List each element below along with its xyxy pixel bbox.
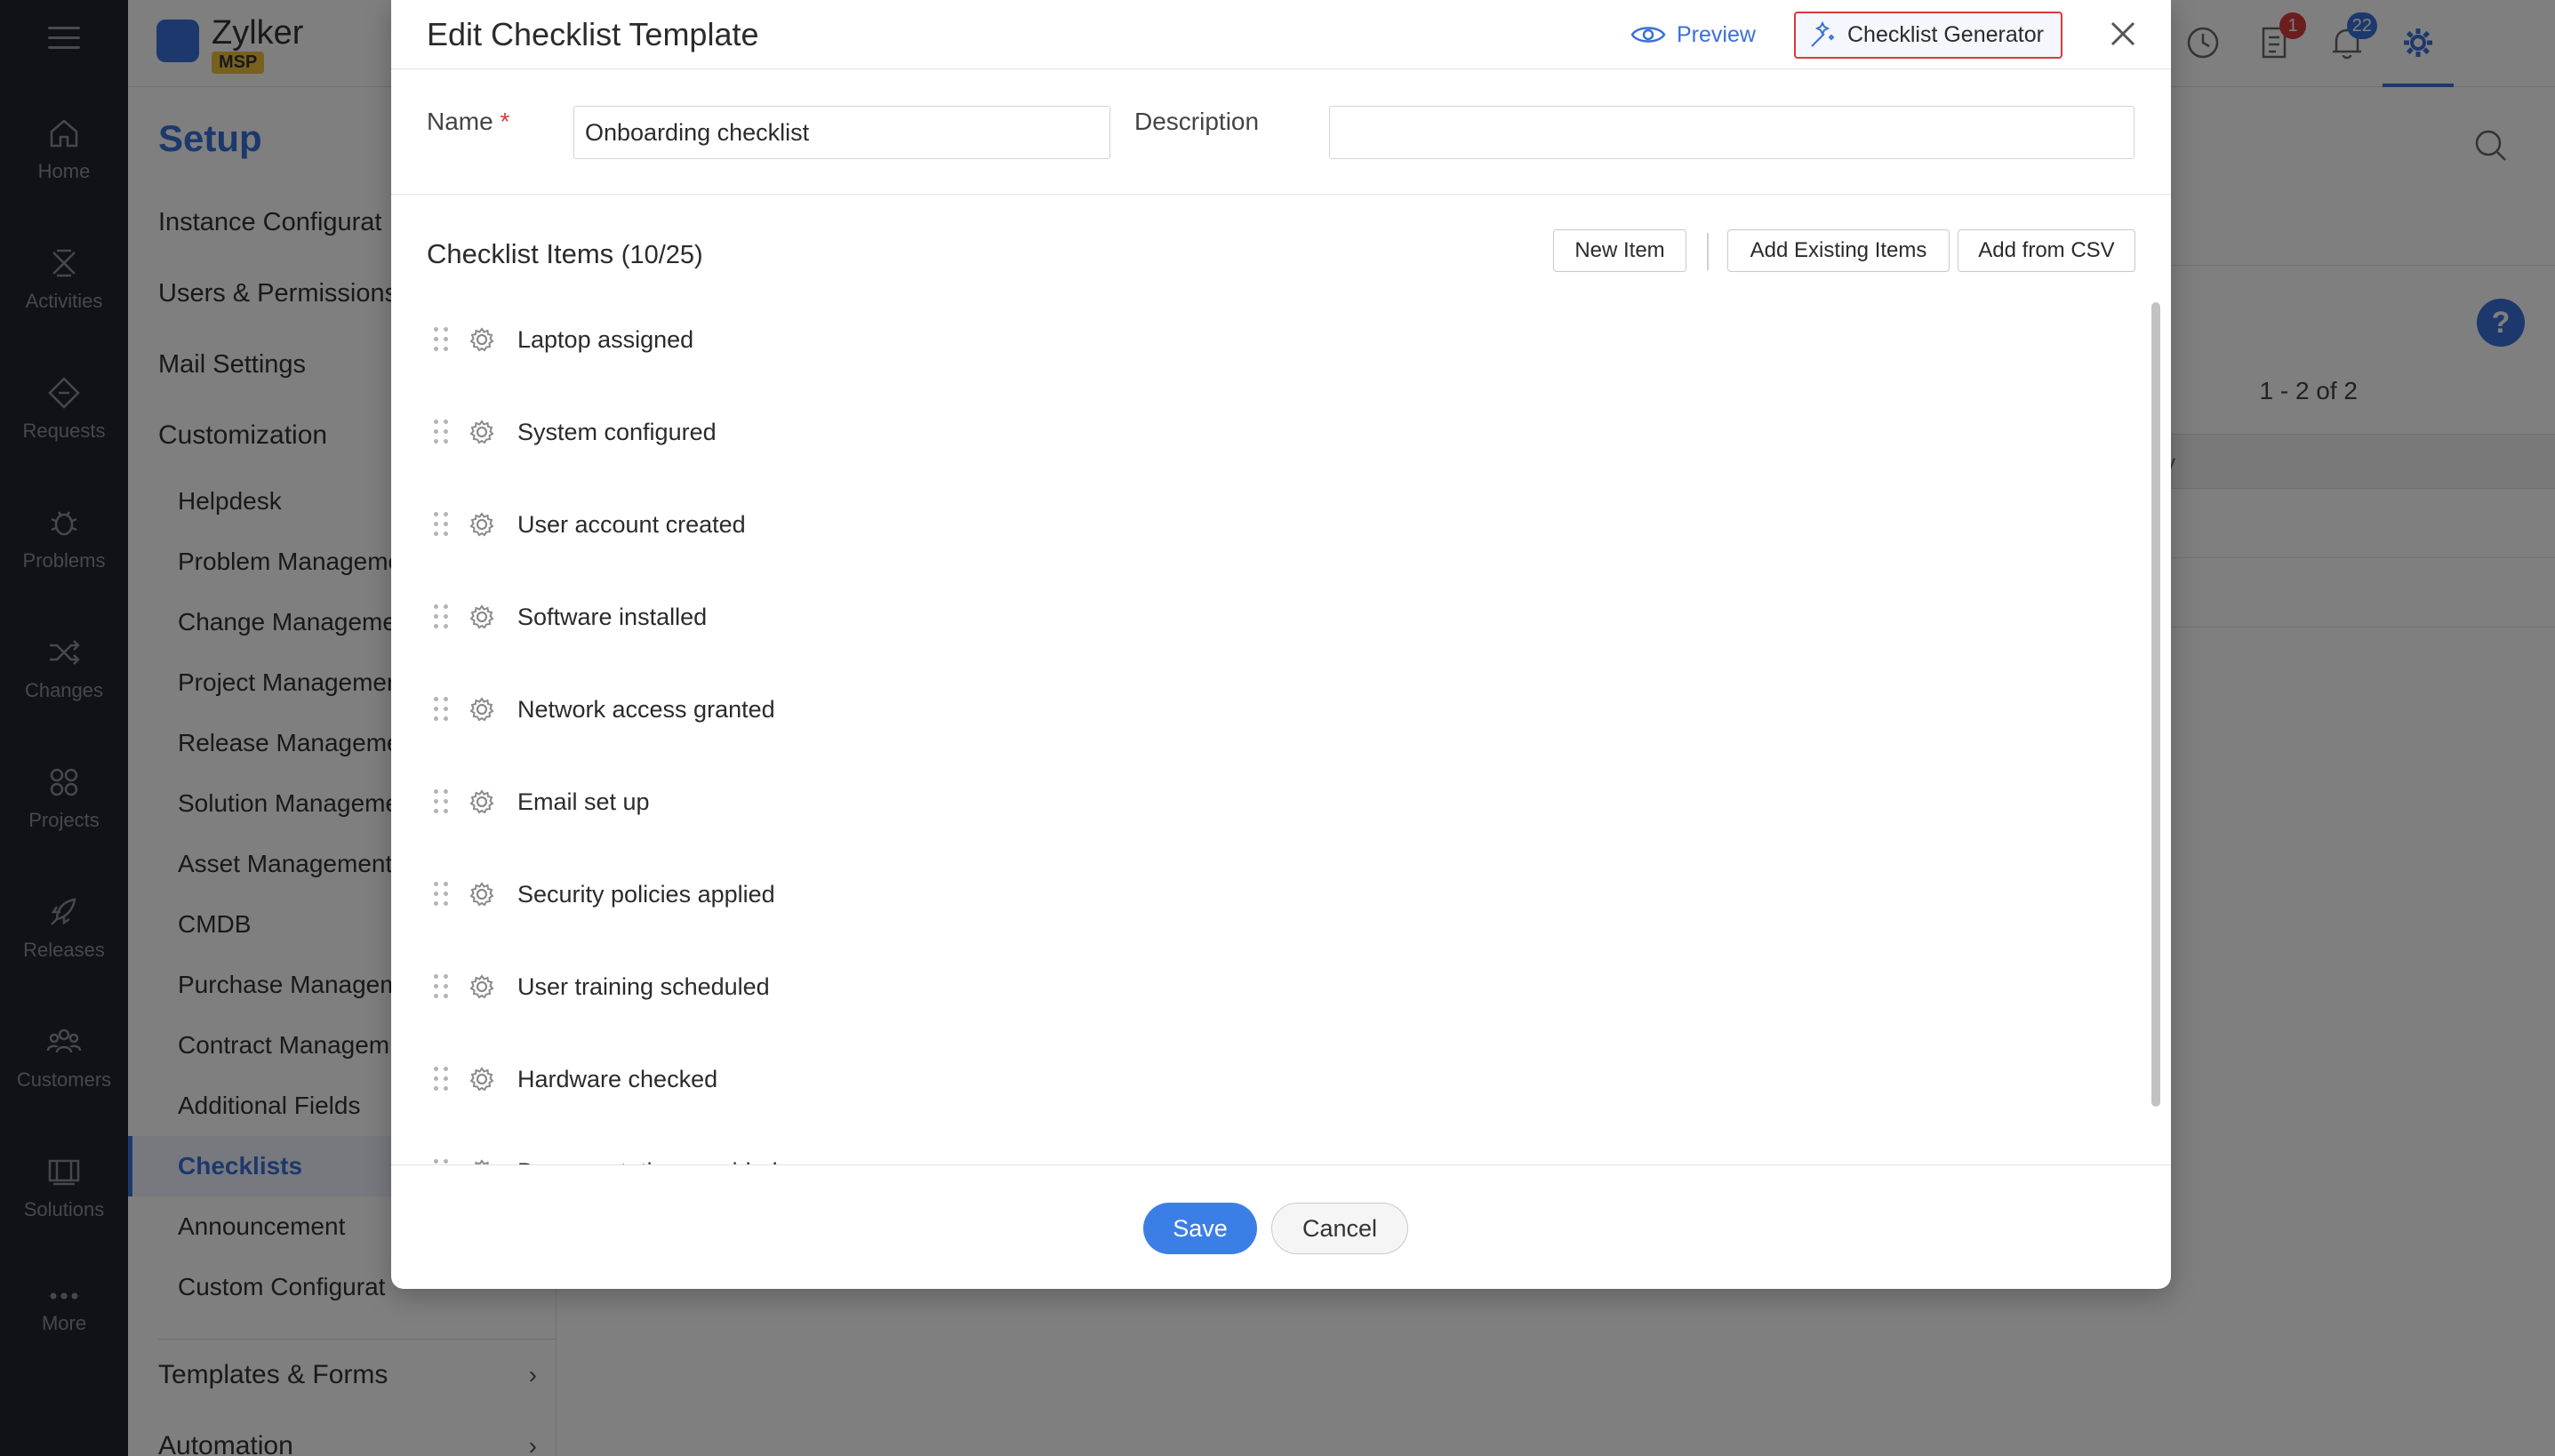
drag-handle-icon[interactable] bbox=[434, 512, 448, 537]
close-icon[interactable] bbox=[2107, 18, 2139, 50]
checklist-item-label: Hardware checked bbox=[517, 1065, 718, 1092]
item-settings-gear-icon[interactable] bbox=[468, 325, 496, 354]
checklist-item-label: Network access granted bbox=[517, 695, 775, 723]
item-settings-gear-icon[interactable] bbox=[468, 1065, 496, 1093]
checklist-generator-label: Checklist Generator bbox=[1847, 22, 2044, 47]
name-input[interactable] bbox=[573, 106, 1110, 159]
new-item-button[interactable]: New Item bbox=[1553, 229, 1686, 272]
checklist-item[interactable]: Email set up bbox=[391, 756, 2134, 848]
drag-handle-icon[interactable] bbox=[434, 327, 448, 352]
drag-handle-icon[interactable] bbox=[434, 604, 448, 629]
edit-checklist-modal: Edit Checklist Template Preview Checklis… bbox=[391, 0, 2171, 1289]
checklist-item[interactable]: User training scheduled bbox=[391, 940, 2134, 1033]
magic-wand-icon bbox=[1811, 20, 1835, 47]
checklist-item[interactable]: Hardware checked bbox=[391, 1033, 2134, 1125]
drag-handle-icon[interactable] bbox=[434, 882, 448, 907]
item-settings-gear-icon[interactable] bbox=[468, 418, 496, 446]
item-settings-gear-icon[interactable] bbox=[468, 788, 496, 816]
checklist-item[interactable]: Documentation provided bbox=[391, 1125, 2134, 1164]
checklist-generator-button[interactable]: Checklist Generator bbox=[1794, 12, 2062, 59]
item-settings-gear-icon[interactable] bbox=[468, 1157, 496, 1164]
drag-handle-icon[interactable] bbox=[434, 974, 448, 999]
drag-handle-icon[interactable] bbox=[434, 420, 448, 444]
checklist-item-label: Security policies applied bbox=[517, 880, 775, 908]
description-label: Description bbox=[1134, 108, 1260, 135]
checklist-item[interactable]: System configured bbox=[391, 386, 2134, 478]
item-settings-gear-icon[interactable] bbox=[468, 880, 496, 908]
name-label: Name * bbox=[427, 108, 510, 135]
checklist-items-title: Checklist Items bbox=[427, 238, 614, 269]
divider bbox=[1707, 233, 1709, 270]
checklist-item[interactable]: User account created bbox=[391, 478, 2134, 571]
checklist-item[interactable]: Security policies applied bbox=[391, 848, 2134, 940]
drag-handle-icon[interactable] bbox=[434, 697, 448, 722]
checklist-items-heading: Checklist Items (10/25) bbox=[427, 238, 703, 270]
checklist-item-label: Laptop assigned bbox=[517, 325, 694, 353]
add-existing-items-button[interactable]: Add Existing Items bbox=[1727, 229, 1950, 272]
item-settings-gear-icon[interactable] bbox=[468, 603, 496, 631]
modal-footer: Save Cancel bbox=[391, 1164, 2171, 1289]
checklist-item-label: User training scheduled bbox=[517, 972, 770, 1000]
save-button[interactable]: Save bbox=[1143, 1203, 1257, 1254]
modal-header: Edit Checklist Template Preview Checklis… bbox=[391, 0, 2171, 69]
checklist-item[interactable]: Network access granted bbox=[391, 663, 2134, 756]
drag-handle-icon[interactable] bbox=[434, 789, 448, 814]
item-settings-gear-icon[interactable] bbox=[468, 510, 496, 539]
template-form: Name * Description bbox=[391, 70, 2171, 195]
required-mark: * bbox=[500, 108, 510, 135]
cancel-button[interactable]: Cancel bbox=[1271, 1203, 1408, 1254]
item-settings-gear-icon[interactable] bbox=[468, 695, 496, 724]
checklist-items-count: (10/25) bbox=[621, 241, 703, 269]
checklist-item[interactable]: Software installed bbox=[391, 571, 2134, 663]
preview-label: Preview bbox=[1677, 21, 1756, 47]
checklist-item-label: Software installed bbox=[517, 603, 708, 630]
preview-button[interactable]: Preview bbox=[1630, 18, 1756, 52]
scrollbar[interactable] bbox=[2151, 302, 2160, 1107]
add-from-csv-button[interactable]: Add from CSV bbox=[1958, 229, 2135, 272]
description-input[interactable] bbox=[1329, 106, 2135, 159]
checklist-item-label: Email set up bbox=[517, 788, 650, 815]
checklist-items-list: Laptop assigned System configured User acc… bbox=[391, 293, 2151, 1164]
checklist-item-label: Documentation provided bbox=[517, 1158, 778, 1165]
checklist-item-label: System configured bbox=[517, 418, 717, 445]
modal-title: Edit Checklist Template bbox=[427, 16, 759, 52]
item-settings-gear-icon[interactable] bbox=[468, 972, 496, 1001]
eye-icon bbox=[1630, 27, 1666, 43]
drag-handle-icon[interactable] bbox=[434, 1067, 448, 1092]
scrollbar-thumb[interactable] bbox=[2151, 302, 2160, 1107]
checklist-item[interactable]: Laptop assigned bbox=[391, 293, 2134, 386]
checklist-item-label: User account created bbox=[517, 510, 746, 538]
